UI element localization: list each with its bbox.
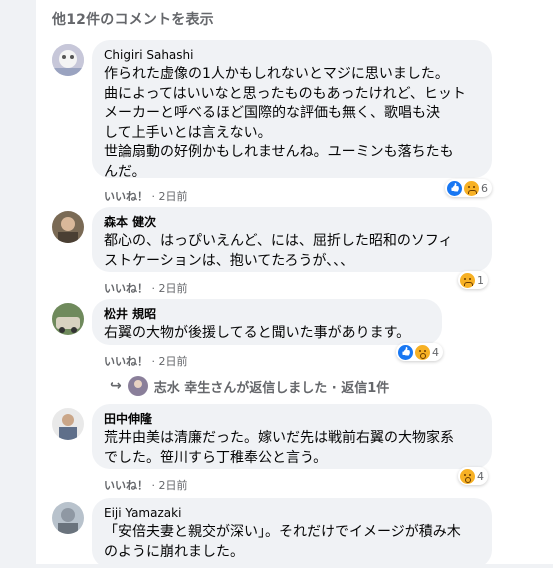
comment-author[interactable]: Chigiri Sahashi bbox=[104, 47, 480, 63]
comment-actions: いいね！ · 2日前 bbox=[104, 190, 188, 203]
reply-text: 志水 幸生さんが返信しました · 返信1件 bbox=[153, 380, 390, 396]
like-button[interactable]: いいね！ bbox=[104, 190, 148, 203]
comment-timestamp[interactable]: 2日前 bbox=[159, 355, 188, 368]
avatar[interactable] bbox=[52, 408, 84, 440]
reaction-summary[interactable]: 6 bbox=[445, 179, 492, 197]
avatar[interactable] bbox=[52, 44, 84, 76]
reaction-summary[interactable]: 1 bbox=[458, 271, 488, 289]
reaction-summary[interactable]: 4 bbox=[458, 467, 488, 485]
comment-actions: いいね！ · 2日前 bbox=[104, 355, 188, 368]
comment-bubble: 田中伸隆 荒井由美は清廉だった。嫁いだ先は戦前右翼の大物家系 でした。笹川すら丁… bbox=[92, 404, 492, 469]
like-button[interactable]: いいね！ bbox=[104, 282, 148, 295]
avatar-photo-icon bbox=[52, 408, 84, 440]
wow-reaction-icon bbox=[415, 344, 430, 360]
comment-text: 都心の、はっぴいえんど、には、屈折した昭和のソフィ ストケーションは、抱いてたろ… bbox=[104, 233, 453, 269]
reply-avatar bbox=[127, 376, 148, 396]
reply-arrow-icon: ↪ bbox=[110, 378, 122, 394]
avatar[interactable] bbox=[52, 502, 84, 534]
like-button[interactable]: いいね！ bbox=[104, 479, 148, 492]
comment-author[interactable]: 森本 健次 bbox=[104, 214, 480, 230]
comment-timestamp[interactable]: 2日前 bbox=[159, 190, 188, 203]
comment-text: 作られた虚像の1人かもしれないとマジに思いました。 曲によってはいいなと思ったも… bbox=[104, 66, 466, 180]
comment-author[interactable]: Eiji Yamazaki bbox=[104, 505, 480, 521]
comment-bubble: 松井 規昭 右翼の大物が後援してると聞いた事があります。 bbox=[92, 299, 442, 345]
wow-reaction-icon bbox=[460, 468, 475, 484]
reaction-count: 4 bbox=[477, 469, 484, 483]
avatar-photo-icon bbox=[52, 211, 84, 243]
avatar-photo-icon bbox=[52, 44, 84, 76]
view-more-comments-link[interactable]: 他12件のコメントを表示 bbox=[52, 9, 214, 29]
reaction-count: 1 bbox=[477, 273, 484, 287]
comment-actions: いいね！ · 2日前 bbox=[104, 282, 188, 295]
comment-bubble: Chigiri Sahashi 作られた虚像の1人かもしれないとマジに思いました… bbox=[92, 40, 492, 180]
like-reaction-icon bbox=[398, 344, 413, 360]
avatar[interactable] bbox=[52, 211, 84, 243]
avatar-photo-icon bbox=[52, 502, 84, 534]
sad-reaction-icon bbox=[464, 180, 479, 196]
comment-author[interactable]: 田中伸隆 bbox=[104, 411, 480, 427]
view-replies-link[interactable]: ↪ 志水 幸生さんが返信しました · 返信1件 bbox=[110, 376, 389, 396]
comment-actions: いいね！ · 2日前 bbox=[104, 479, 188, 492]
comment-timestamp[interactable]: 2日前 bbox=[159, 282, 188, 295]
comment-bubble: Eiji Yamazaki 「安倍夫妻と親交が深い」。それだけでイメージが積み木… bbox=[92, 498, 492, 568]
comment-author[interactable]: 松井 規昭 bbox=[104, 306, 430, 322]
avatar-photo-icon bbox=[52, 303, 84, 335]
sad-reaction-icon bbox=[460, 272, 475, 288]
reaction-count: 4 bbox=[432, 345, 439, 359]
comment-text: 右翼の大物が後援してると聞いた事があります。 bbox=[104, 325, 411, 341]
like-button[interactable]: いいね！ bbox=[104, 355, 148, 368]
reaction-summary[interactable]: 4 bbox=[396, 343, 443, 361]
comment-text: 「安倍夫妻と親交が深い」。それだけでイメージが積み木 のように崩れました。 bbox=[104, 524, 461, 560]
comment-timestamp[interactable]: 2日前 bbox=[159, 479, 188, 492]
avatar[interactable] bbox=[52, 303, 84, 335]
comment-bubble: 森本 健次 都心の、はっぴいえんど、には、屈折した昭和のソフィ ストケーションは… bbox=[92, 207, 492, 272]
reaction-count: 6 bbox=[481, 181, 488, 195]
like-reaction-icon bbox=[447, 180, 462, 196]
comment-text: 荒井由美は清廉だった。嫁いだ先は戦前右翼の大物家系 でした。笹川すら丁稚奉公と言… bbox=[104, 430, 454, 466]
